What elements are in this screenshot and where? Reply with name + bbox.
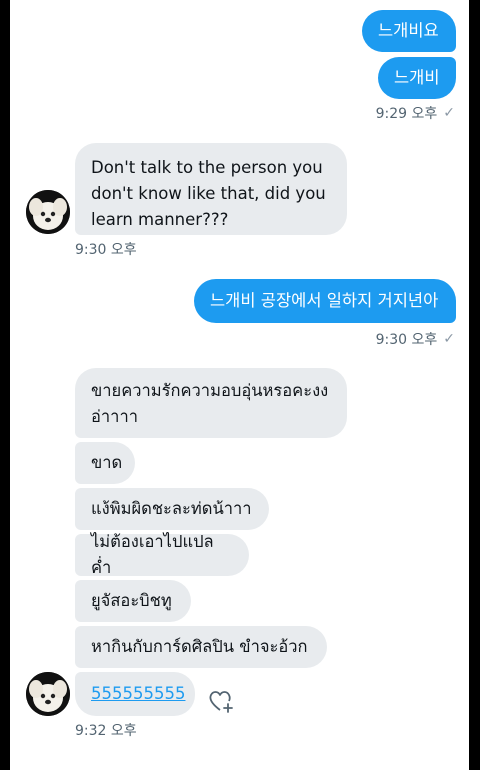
message-bubble-incoming[interactable]: หากินกับการ์ดศิลปิน ขำจะอ้วก <box>75 626 327 668</box>
heart-plus-icon[interactable] <box>208 688 236 718</box>
message-bubble-incoming[interactable]: Don't talk to the person you don't know … <box>75 143 347 235</box>
message-meta: 9:30 오후 ✓ <box>376 329 455 349</box>
message-link[interactable]: 555555555 <box>91 681 185 707</box>
message-bubble-incoming[interactable]: แง้พิมผิดชะละท่ดน้าาา <box>75 488 269 530</box>
message-bubble-incoming[interactable]: 555555555 <box>75 672 195 716</box>
message-bubble-outgoing[interactable]: 느개비 공장에서 일하지 거지년아 <box>194 279 456 323</box>
avatar[interactable] <box>26 672 70 716</box>
avatar[interactable] <box>26 190 70 234</box>
message-bubble-incoming[interactable]: ขายความรักความอบอุ่นหรอคะงง อ่าาาา <box>75 368 347 438</box>
message-timestamp: 9:32 오후 <box>75 723 137 739</box>
dog-avatar-icon <box>26 672 70 716</box>
message-meta: 9:30 오후 <box>75 239 137 259</box>
message-timestamp: 9:30 오후 <box>75 242 137 258</box>
message-bubble-outgoing[interactable]: 느개비요 <box>362 10 456 52</box>
message-meta: 9:29 오후 ✓ <box>376 103 455 123</box>
check-icon: ✓ <box>443 105 455 121</box>
message-timestamp: 9:29 오후 <box>375 106 438 122</box>
message-bubble-outgoing[interactable]: 느개비 <box>378 57 456 99</box>
message-bubble-incoming[interactable]: ยูจัสอะบิชทู <box>75 580 191 622</box>
message-meta: 9:32 오후 <box>75 720 137 740</box>
message-timestamp: 9:30 오후 <box>375 332 438 348</box>
dog-avatar-icon <box>26 190 70 234</box>
message-bubble-incoming[interactable]: ไม่ต้องเอาไปแปลค่ำ <box>75 532 249 577</box>
message-bubble-incoming[interactable]: ขาด <box>75 442 135 484</box>
dm-conversation: 느개비요 느개비 9:29 오후 ✓ Don't talk to the per… <box>10 0 469 770</box>
check-icon: ✓ <box>443 331 455 347</box>
